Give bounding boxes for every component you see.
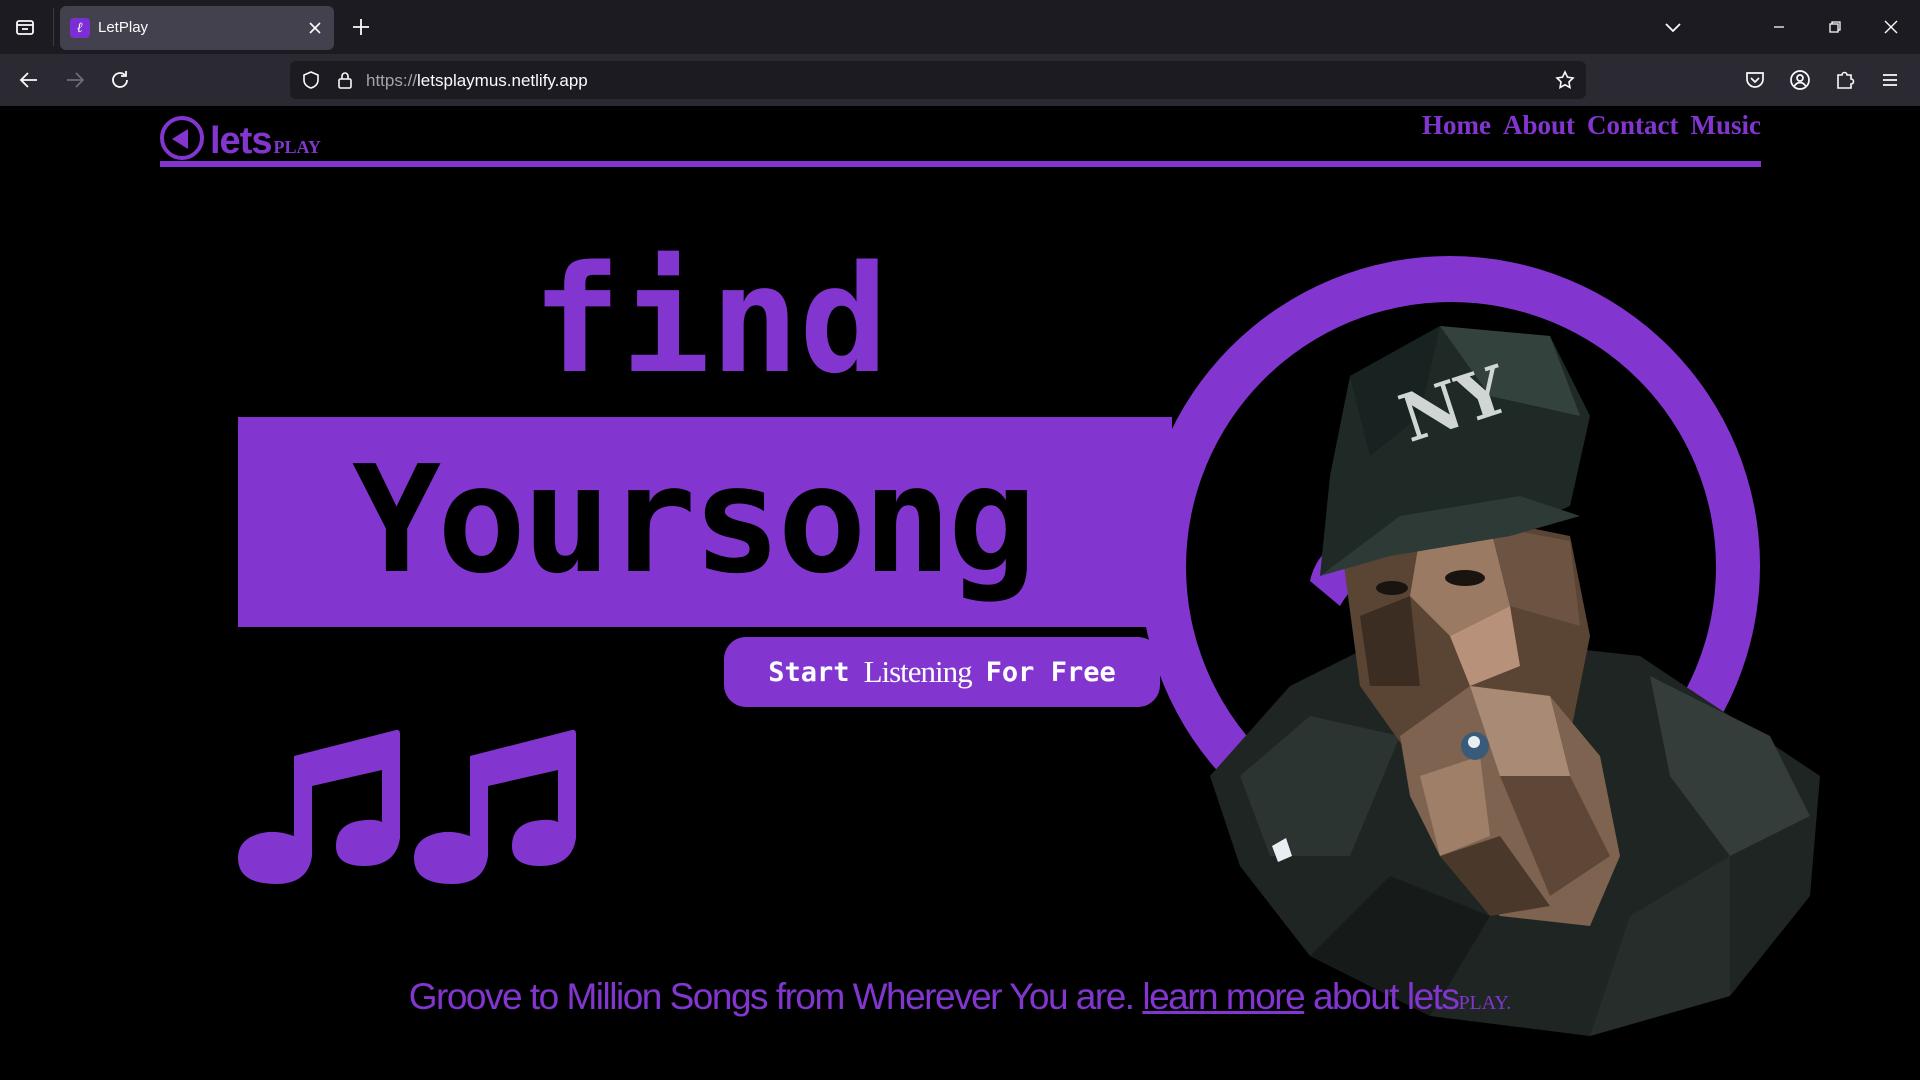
header-divider bbox=[160, 161, 1761, 167]
tab-title: LetPlay bbox=[98, 19, 149, 36]
url-text[interactable]: https://letsplaymus.netlify.app bbox=[366, 71, 588, 91]
nav-link-home[interactable]: Home bbox=[1422, 110, 1491, 141]
hero-heading-yoursong: Yoursong bbox=[352, 434, 1037, 606]
logo-play-text: PLAY bbox=[273, 137, 321, 157]
browser-navbar: https://letsplaymus.netlify.app bbox=[0, 54, 1920, 106]
tagline-text: Groove to Million Songs from Wherever Yo… bbox=[408, 976, 1135, 1017]
cta-start: Start bbox=[768, 656, 850, 688]
cta-listening: Listening bbox=[863, 654, 973, 689]
account-icon[interactable] bbox=[1787, 67, 1813, 93]
browser-tabbar: ℓ LetPlay bbox=[0, 0, 1920, 54]
new-tab-plus-icon[interactable] bbox=[348, 14, 374, 40]
play-button-logo-icon bbox=[160, 116, 204, 160]
hamburger-menu-icon[interactable] bbox=[1877, 67, 1903, 93]
restore-icon[interactable] bbox=[1820, 12, 1850, 42]
lock-icon[interactable] bbox=[334, 69, 356, 91]
tagline: Groove to Million Songs from Wherever Yo… bbox=[0, 976, 1920, 1018]
back-arrow-icon[interactable] bbox=[16, 67, 42, 93]
nav-link-music[interactable]: Music bbox=[1691, 110, 1762, 141]
cta-for-free: For Free bbox=[985, 656, 1116, 688]
tab-overview-icon[interactable] bbox=[10, 12, 40, 42]
shield-icon[interactable] bbox=[300, 69, 322, 91]
tagline-after: about lets bbox=[1312, 976, 1460, 1017]
tab-list-chevron-down-icon[interactable] bbox=[1660, 14, 1686, 40]
start-listening-button[interactable]: Start Listening For Free bbox=[724, 637, 1160, 707]
forward-arrow-icon[interactable] bbox=[62, 67, 88, 93]
reload-icon[interactable] bbox=[107, 67, 133, 93]
address-bar[interactable]: https://letsplaymus.netlify.app bbox=[290, 61, 1586, 99]
nav-link-contact[interactable]: Contact bbox=[1587, 110, 1678, 141]
pocket-icon[interactable] bbox=[1742, 67, 1768, 93]
close-window-icon[interactable] bbox=[1876, 12, 1906, 42]
url-host: letsplaymus.netlify.app bbox=[417, 71, 588, 90]
minimize-icon[interactable] bbox=[1764, 12, 1794, 42]
tab-close-icon[interactable] bbox=[306, 19, 324, 37]
site-favicon-icon: ℓ bbox=[70, 18, 90, 38]
url-scheme: https:// bbox=[366, 71, 418, 90]
extensions-puzzle-icon[interactable] bbox=[1832, 67, 1858, 93]
hero-heading-find: find bbox=[532, 234, 889, 406]
site-logo[interactable]: lets PLAY bbox=[160, 110, 321, 160]
tagline-brand-play: PLAY. bbox=[1458, 992, 1512, 1014]
main-nav: Home About Contact Music bbox=[1422, 110, 1761, 141]
nav-link-about[interactable]: About bbox=[1503, 110, 1575, 141]
artist-portrait-image: NY bbox=[1210, 326, 1820, 1036]
tab-separator bbox=[53, 8, 54, 46]
bookmark-star-icon[interactable] bbox=[1554, 69, 1576, 91]
learn-more-link[interactable]: learn more bbox=[1142, 976, 1305, 1017]
browser-tab[interactable]: ℓ LetPlay bbox=[60, 6, 334, 50]
web-page: lets PLAY Home About Contact Music find … bbox=[0, 106, 1920, 1080]
music-notes-icon bbox=[238, 729, 576, 884]
logo-lets-text: lets bbox=[210, 120, 272, 162]
